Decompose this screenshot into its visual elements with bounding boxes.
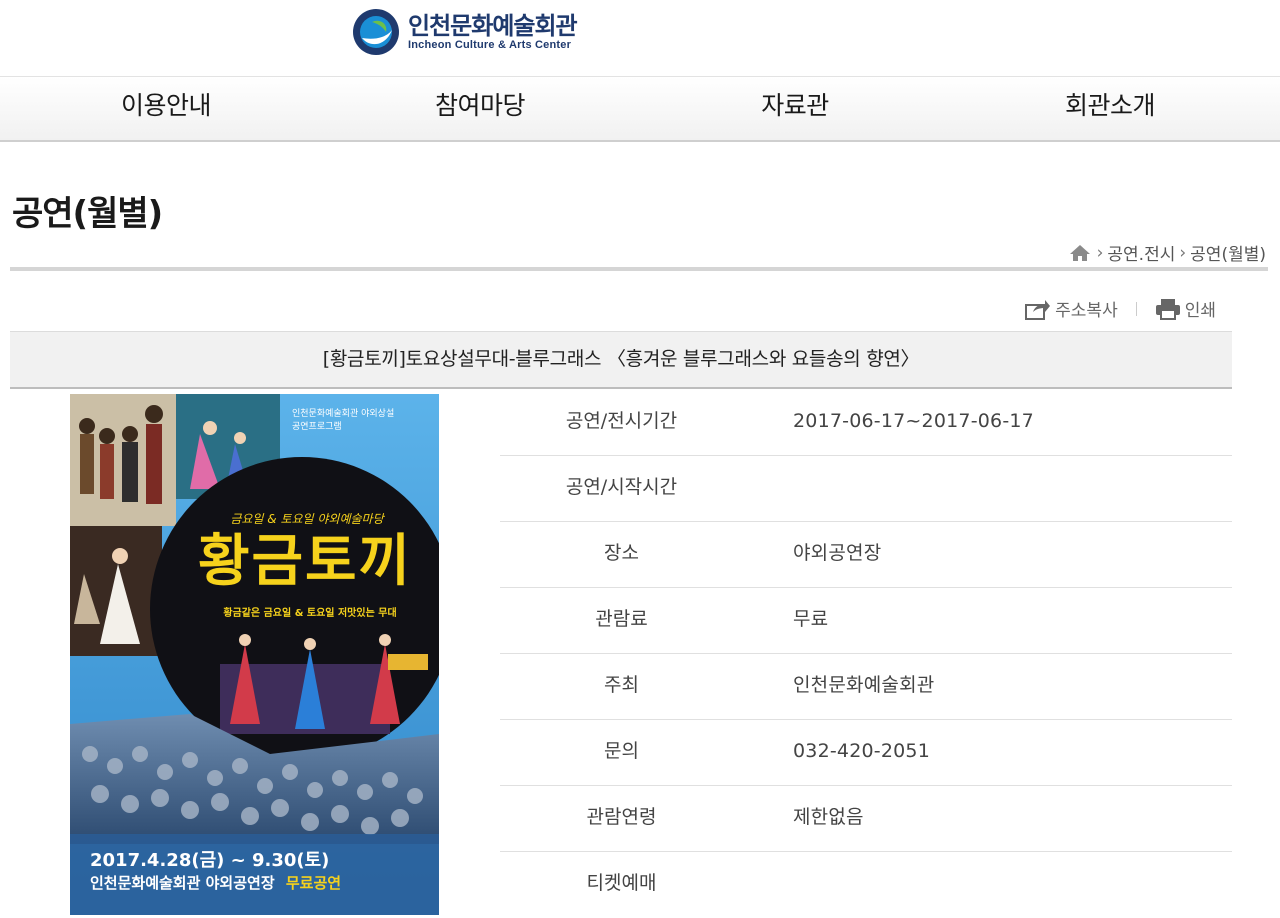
utility-bar: 주소복사 인쇄 — [1025, 296, 1216, 321]
poster-venue: 인천문화예술회관 야외공연장 — [90, 874, 275, 892]
poster-free-label: 무료공연 — [285, 874, 342, 892]
print-button[interactable]: 인쇄 — [1155, 296, 1216, 321]
nav-item-usage-guide[interactable]: 이용안내 — [56, 77, 276, 141]
poster-headline: 황금토끼 — [197, 529, 413, 594]
info-label: 관람연령 — [586, 806, 657, 828]
info-row-ticketing: 티켓예매 — [500, 852, 1232, 918]
nav-item-about[interactable]: 회관소개 — [1000, 77, 1220, 141]
poster-date: 2017.4.28(금) ~ 9.30(토) — [90, 850, 330, 871]
logo-title-ko: 인천문화예술회관 — [408, 12, 578, 40]
info-value[interactable]: 032-420-2051 — [793, 720, 930, 784]
logo-emblem-icon — [353, 9, 399, 55]
nav-item-participation[interactable]: 참여마당 — [370, 77, 590, 141]
info-value: 인천문화예술회관 — [793, 674, 935, 696]
poster-venue-row: 인천문화예술회관 야외공연장 무료공연 — [90, 872, 435, 893]
info-row-age: 관람연령 제한없음 — [500, 786, 1232, 852]
event-title: [황금토끼]토요상설무대-블루그래스 〈흥겨운 블루그래스와 요들송의 향연〉 — [10, 331, 1232, 389]
info-label: 주최 — [604, 674, 639, 696]
info-label: 공연/시작시간 — [565, 476, 678, 498]
poster-tagline: 황금같은 금요일 & 토요일 저맛있는 무대 — [223, 608, 397, 619]
breadcrumb: › 공연.전시 › 공연(월별) — [1069, 240, 1266, 265]
breadcrumb-item[interactable]: 공연.전시 — [1107, 240, 1175, 265]
site-header: 인천문화예술회관 Incheon Culture & Arts Center — [0, 0, 1280, 76]
info-row-start-time: 공연/시작시간 — [500, 456, 1232, 522]
info-row-period: 공연/전시기간 2017-06-17~2017-06-17 — [500, 390, 1232, 456]
info-row-admission: 관람료 무료 — [500, 588, 1232, 654]
event-poster[interactable]: 인천문화예술회관 야외상설 공연프로그램 금요일 & 토요일 야외예술마당 황금… — [70, 394, 439, 915]
utility-divider — [1135, 301, 1137, 316]
info-row-host: 주최 인천문화예술회관 — [500, 654, 1232, 720]
poster-top-text: 인천문화예술회관 야외상설 공연프로그램 — [292, 409, 395, 432]
poster-subtitle: 금요일 & 토요일 야외예술마당 — [230, 512, 384, 526]
print-label: 인쇄 — [1184, 301, 1216, 321]
info-label: 티켓예매 — [586, 872, 657, 894]
info-row-contact: 문의 032-420-2051 — [500, 720, 1232, 786]
poster-image — [70, 394, 439, 915]
logo-title-en: Incheon Culture & Arts Center — [408, 39, 572, 51]
printer-icon — [1155, 298, 1180, 320]
share-icon — [1025, 299, 1051, 320]
site-logo[interactable]: 인천문화예술회관 Incheon Culture & Arts Center — [352, 8, 578, 56]
chevron-right-icon: › — [1096, 242, 1104, 263]
nav-item-archive[interactable]: 자료관 — [685, 77, 905, 141]
chevron-right-icon: › — [1179, 242, 1187, 263]
home-icon[interactable] — [1069, 244, 1091, 262]
info-value: 제한없음 — [793, 806, 864, 828]
main-nav: 이용안내 참여마당 자료관 회관소개 — [0, 76, 1280, 142]
page-title: 공연(월별) — [12, 194, 163, 234]
info-value: 무료 — [793, 608, 829, 630]
info-label: 문의 — [604, 740, 639, 762]
copy-address-button[interactable]: 주소복사 — [1025, 296, 1118, 321]
copy-address-label: 주소복사 — [1055, 301, 1118, 321]
info-row-venue: 장소 야외공연장 — [500, 522, 1232, 588]
event-info-table: 공연/전시기간 2017-06-17~2017-06-17 공연/시작시간 장소… — [500, 390, 1232, 918]
breadcrumb-item-current[interactable]: 공연(월별) — [1190, 240, 1266, 265]
info-value: 2017-06-17~2017-06-17 — [793, 410, 1034, 432]
info-label: 장소 — [604, 542, 639, 564]
info-label: 관람료 — [595, 608, 648, 630]
info-label: 공연/전시기간 — [565, 410, 678, 432]
info-value: 야외공연장 — [793, 542, 882, 564]
title-divider — [10, 267, 1268, 271]
